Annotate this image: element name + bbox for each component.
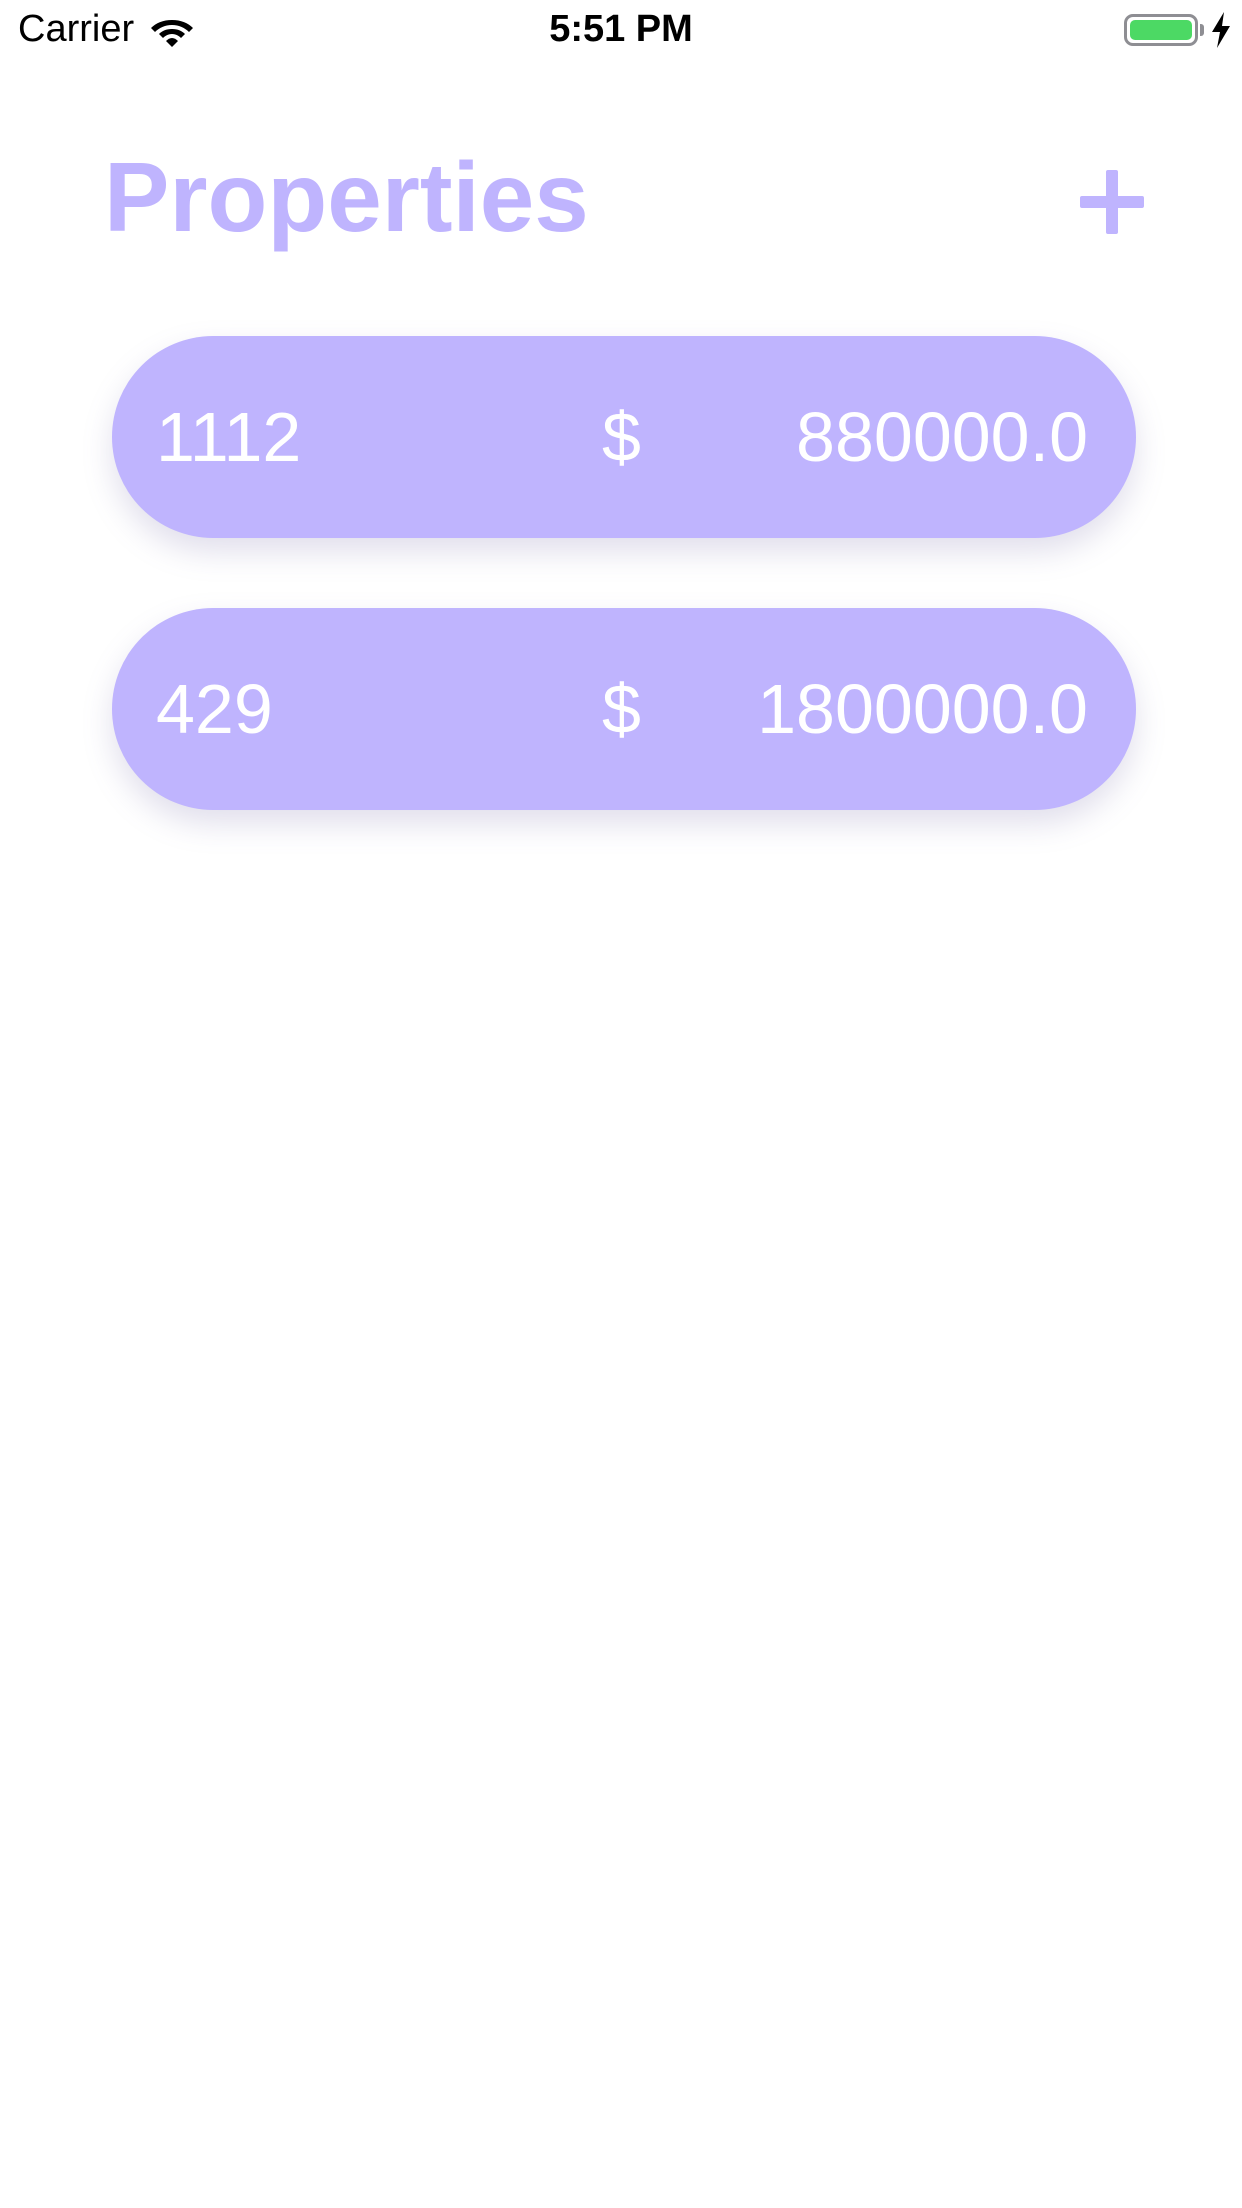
currency-symbol: $: [602, 670, 641, 748]
battery-icon: [1124, 14, 1198, 46]
property-id: 429: [156, 670, 273, 748]
currency-symbol: $: [602, 398, 641, 476]
battery-fill: [1130, 20, 1192, 40]
charging-bolt-icon: [1212, 12, 1230, 48]
property-card[interactable]: 1112 $ 880000.0: [112, 336, 1136, 538]
property-id: 1112: [156, 398, 302, 476]
page-title: Properties: [104, 142, 589, 252]
property-card[interactable]: 429 $ 1800000.0: [112, 608, 1136, 810]
plus-icon-vertical: [1106, 170, 1118, 234]
property-price: 1800000.0: [757, 670, 1088, 748]
property-list: 1112 $ 880000.0 429 $ 1800000.0: [112, 336, 1136, 880]
status-bar: Carrier 5:51 PM: [0, 0, 1242, 60]
property-price: 880000.0: [796, 398, 1088, 476]
clock-time: 5:51 PM: [549, 8, 693, 50]
battery-tip: [1200, 24, 1204, 36]
add-property-button[interactable]: [1080, 170, 1144, 234]
